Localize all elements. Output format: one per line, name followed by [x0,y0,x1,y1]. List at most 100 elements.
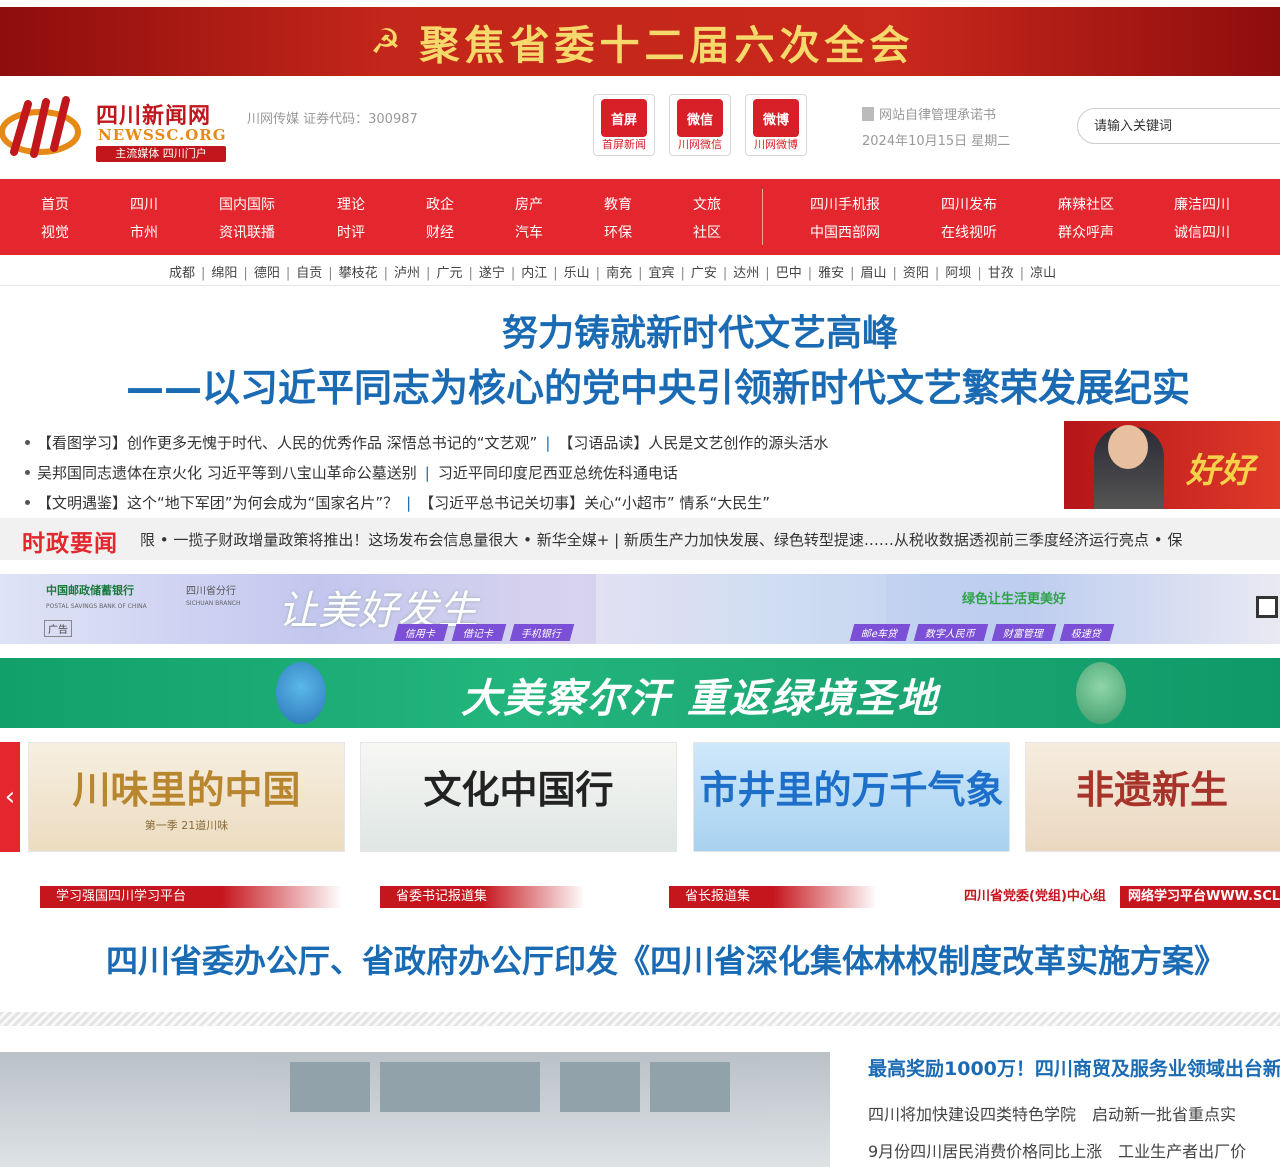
bank-ad-banner[interactable]: 中国邮政储蓄银行 POSTAL SAVINGS BANK OF CHINA 四川省… [0,574,1280,644]
site-logo[interactable]: 四川新闻网 NEWSSC.ORG 主流媒体 四川门户 [0,96,230,162]
app-icons: 首屏 首屏新闻 微信 川网微信 微博 川网微博 [593,94,807,156]
nav-item[interactable]: 四川 [99,191,189,219]
nav-item[interactable]: 汽车 [484,219,574,247]
nav-item[interactable]: 中国西部网 [795,219,895,247]
big-headline[interactable]: 四川省委办公厅、省政府办公厅印发《四川省深化集体林权制度改革实施方案》 [106,936,1226,982]
nav-item[interactable]: 文旅 [662,191,752,219]
city-link[interactable]: 眉山 [861,266,887,281]
nav-item[interactable]: 廉洁四川 [1152,191,1252,219]
city-link[interactable]: 德阳 [254,266,280,281]
carousel-tile[interactable]: 非遗新生 [1025,742,1280,852]
nav-item[interactable]: 群众呼声 [1036,219,1136,247]
self-discipline-commitment-link[interactable]: 网站自律管理承诺书 [862,104,996,123]
ad-chip: 数字人民币 [913,624,989,641]
feature-photo[interactable]: 好好 [1064,421,1280,509]
city-link[interactable]: 广安 [691,266,717,281]
carousel-tile[interactable]: 川味里的中国 第一季 21道川味 [28,742,345,852]
city-link[interactable]: 绵阳 [211,266,237,281]
city-link[interactable]: 南充 [606,266,632,281]
separator: | [553,266,558,281]
ad-chip: 邮e车贷 [849,624,911,641]
nav-column: 教育 环保 [573,191,663,247]
city-link[interactable]: 攀枝花 [339,266,378,281]
nav-item[interactable]: 视觉 [10,219,100,247]
nav-item[interactable]: 四川发布 [919,191,1019,219]
city-link[interactable]: 资阳 [903,266,929,281]
city-link[interactable]: 阿坝 [945,266,971,281]
bullet-link[interactable]: 【文明遇鉴】这个“地下军团”为何会成为“国家名片”？ [37,494,398,512]
carousel-prev-icon[interactable]: ‹ [0,742,20,852]
separator: | [680,266,685,281]
party-group-label[interactable]: 四川省党委(党组)中心组 [948,886,1106,908]
app-first-screen-news[interactable]: 首屏 首屏新闻 [593,94,655,156]
headline-subtitle[interactable]: ——以习近平同志为核心的党中央引领新时代文艺繁荣发展纪实 [126,357,1280,412]
city-link[interactable]: 甘孜 [988,266,1014,281]
app-label: 川网微博 [754,138,798,151]
separator: | [243,266,248,281]
headline-bullets: 【看图学习】创作更多无愧于时代、人民的优秀作品 深悟总书记的“文艺观” | 【习语品… [25,428,1055,518]
bullet-link[interactable]: 习近平同印度尼西亚总统佐科通电话 [438,464,678,482]
city-link[interactable]: 凉山 [1030,266,1056,281]
tourism-ad-banner[interactable]: 大美察尔汗 重返绿境圣地 [0,658,1280,728]
city-link[interactable]: 宜宾 [648,266,674,281]
bullet-link[interactable]: 【看图学习】创作更多无愧于时代、人民的优秀作品 深悟总书记的“文艺观” [37,434,537,452]
secretary-report-label[interactable]: 省委书记报道集 [380,886,585,908]
nav-item[interactable]: 首页 [10,191,100,219]
city-link[interactable]: 内江 [521,266,547,281]
carousel-tile-title: 川味里的中国 [72,767,301,812]
nav-item[interactable]: 市州 [99,219,189,247]
bullet-link[interactable]: 吴邦国同志遗体在京火化 习近平等到八宝山革命公墓送别 [37,464,417,482]
nav-item[interactable]: 环保 [573,219,663,247]
bullet-dot [25,470,30,475]
nav-item[interactable]: 在线视听 [919,219,1019,247]
city-link[interactable]: 达州 [733,266,759,281]
carousel-tile[interactable]: 文化中国行 [360,742,677,852]
nav-item[interactable]: 理论 [306,191,396,219]
nav-item[interactable]: 社区 [662,219,752,247]
main-nav: 首页 视觉 四川 市州 国内国际 资讯联播 理论 时评 政企 财经 房产 汽车 教育 环保 文旅 社区 四川手机… [0,179,1280,255]
news-photo[interactable] [0,1052,830,1167]
search-input[interactable] [1094,109,1280,143]
carousel-tile[interactable]: 市井里的万千气象 [693,742,1010,852]
nav-item[interactable]: 麻辣社区 [1036,191,1136,219]
bullet-link[interactable]: 【习语品读】人民是文艺创作的源头活水 [558,434,828,452]
city-link[interactable]: 自贡 [296,266,322,281]
nav-item[interactable]: 资讯联播 [202,219,292,247]
nav-item[interactable]: 财经 [395,219,485,247]
nav-item[interactable]: 国内国际 [202,191,292,219]
city-link[interactable]: 广元 [436,266,462,281]
headline-title[interactable]: 努力铸就新时代文艺高峰 [0,304,1280,356]
nav-item[interactable]: 政企 [395,191,485,219]
bullet-link[interactable]: 【习近平总书记关切事】关心“小超市” 情系“大民生” [419,494,770,512]
hammer-sickle-icon: ☭ [370,21,401,62]
logo-slogan: 主流媒体 四川门户 [96,146,226,162]
nav-item[interactable]: 诚信四川 [1152,219,1252,247]
separator: | [545,434,551,452]
governor-report-label[interactable]: 省长报道集 [669,886,877,908]
online-study-label[interactable]: 网络学习平台WWW.SCL [1120,886,1280,908]
nav-item[interactable]: 四川手机报 [795,191,895,219]
app-wechat[interactable]: 微信 川网微信 [669,94,731,156]
photo-screen [290,1062,370,1112]
top-banner-text: 聚焦省委十二届六次全会 [419,21,915,69]
city-link[interactable]: 遂宁 [479,266,505,281]
ticker-text[interactable]: 限 • 一揽子财政增量政策将推出！这场发布会信息量很大 • 新华全媒+ | 新质… [140,529,1182,550]
city-link[interactable]: 巴中 [776,266,802,281]
separator: | [406,494,412,512]
news-item[interactable]: 9月份四川居民消费价格同比上涨 工业生产者出厂价 [868,1138,1246,1162]
city-link[interactable]: 泸州 [394,266,420,281]
nav-item[interactable]: 教育 [573,191,663,219]
nav-item[interactable]: 时评 [306,219,396,247]
news-headline[interactable]: 最高奖励1000万！四川商贸及服务业领域出台新 [868,1054,1280,1081]
city-link[interactable]: 雅安 [818,266,844,281]
city-link[interactable]: 乐山 [564,266,590,281]
separator: | [850,266,855,281]
news-item[interactable]: 四川将加快建设四类特色学院 启动新一批省重点实 [868,1101,1236,1125]
separator: | [638,266,643,281]
app-weibo[interactable]: 微博 川网微博 [745,94,807,156]
search-box[interactable] [1077,108,1280,144]
nav-item[interactable]: 房产 [484,191,574,219]
top-banner[interactable]: ☭ 聚焦省委十二届六次全会 [0,7,1280,76]
study-platform-label[interactable]: 学习强国四川学习平台 [40,886,342,908]
city-link[interactable]: 成都 [169,266,195,281]
